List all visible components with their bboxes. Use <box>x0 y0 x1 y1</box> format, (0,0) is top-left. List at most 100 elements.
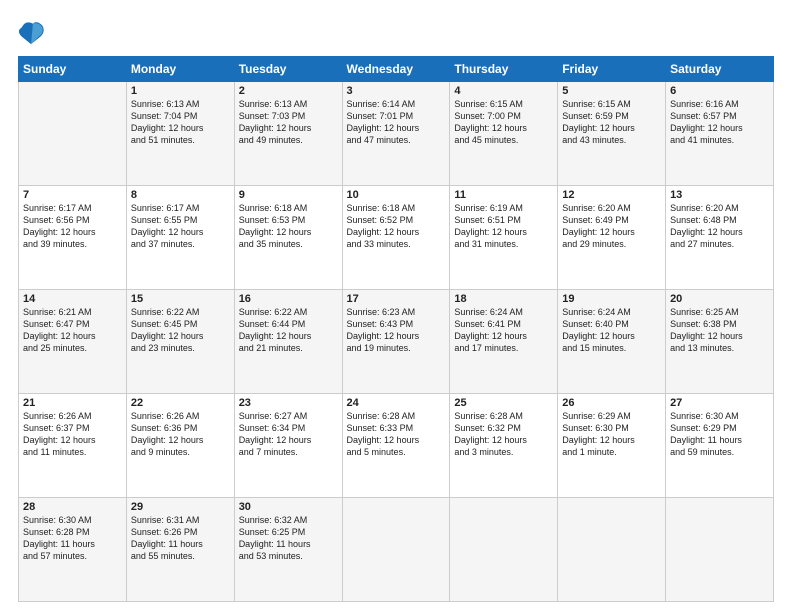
day-number: 8 <box>131 189 230 201</box>
cell-content: Sunrise: 6:20 AM Sunset: 6:48 PM Dayligh… <box>670 202 769 251</box>
calendar-cell: 15Sunrise: 6:22 AM Sunset: 6:45 PM Dayli… <box>126 290 234 394</box>
cell-content: Sunrise: 6:23 AM Sunset: 6:43 PM Dayligh… <box>347 306 446 355</box>
calendar-cell: 11Sunrise: 6:19 AM Sunset: 6:51 PM Dayli… <box>450 186 558 290</box>
calendar-cell: 7Sunrise: 6:17 AM Sunset: 6:56 PM Daylig… <box>19 186 127 290</box>
cell-content: Sunrise: 6:13 AM Sunset: 7:04 PM Dayligh… <box>131 98 230 147</box>
day-number: 3 <box>347 85 446 97</box>
day-number: 5 <box>562 85 661 97</box>
cell-content: Sunrise: 6:27 AM Sunset: 6:34 PM Dayligh… <box>239 410 338 459</box>
day-number: 12 <box>562 189 661 201</box>
calendar-cell: 16Sunrise: 6:22 AM Sunset: 6:44 PM Dayli… <box>234 290 342 394</box>
calendar-cell: 20Sunrise: 6:25 AM Sunset: 6:38 PM Dayli… <box>666 290 774 394</box>
day-number: 16 <box>239 293 338 305</box>
day-number: 10 <box>347 189 446 201</box>
day-number: 20 <box>670 293 769 305</box>
cell-content: Sunrise: 6:14 AM Sunset: 7:01 PM Dayligh… <box>347 98 446 147</box>
cell-content: Sunrise: 6:31 AM Sunset: 6:26 PM Dayligh… <box>131 514 230 563</box>
cell-content: Sunrise: 6:32 AM Sunset: 6:25 PM Dayligh… <box>239 514 338 563</box>
day-number: 6 <box>670 85 769 97</box>
calendar-cell <box>666 498 774 602</box>
calendar-cell: 18Sunrise: 6:24 AM Sunset: 6:41 PM Dayli… <box>450 290 558 394</box>
day-number: 2 <box>239 85 338 97</box>
calendar-cell: 13Sunrise: 6:20 AM Sunset: 6:48 PM Dayli… <box>666 186 774 290</box>
cell-content: Sunrise: 6:18 AM Sunset: 6:53 PM Dayligh… <box>239 202 338 251</box>
day-number: 28 <box>23 501 122 513</box>
day-header-wednesday: Wednesday <box>342 57 450 82</box>
cell-content: Sunrise: 6:21 AM Sunset: 6:47 PM Dayligh… <box>23 306 122 355</box>
cell-content: Sunrise: 6:28 AM Sunset: 6:33 PM Dayligh… <box>347 410 446 459</box>
calendar-cell: 9Sunrise: 6:18 AM Sunset: 6:53 PM Daylig… <box>234 186 342 290</box>
day-number: 21 <box>23 397 122 409</box>
calendar-cell: 2Sunrise: 6:13 AM Sunset: 7:03 PM Daylig… <box>234 82 342 186</box>
cell-content: Sunrise: 6:15 AM Sunset: 6:59 PM Dayligh… <box>562 98 661 147</box>
day-number: 19 <box>562 293 661 305</box>
day-number: 7 <box>23 189 122 201</box>
cell-content: Sunrise: 6:16 AM Sunset: 6:57 PM Dayligh… <box>670 98 769 147</box>
calendar-header: SundayMondayTuesdayWednesdayThursdayFrid… <box>19 57 774 82</box>
cell-content: Sunrise: 6:22 AM Sunset: 6:44 PM Dayligh… <box>239 306 338 355</box>
calendar-table: SundayMondayTuesdayWednesdayThursdayFrid… <box>18 56 774 602</box>
calendar-cell: 5Sunrise: 6:15 AM Sunset: 6:59 PM Daylig… <box>558 82 666 186</box>
calendar-cell: 12Sunrise: 6:20 AM Sunset: 6:49 PM Dayli… <box>558 186 666 290</box>
cell-content: Sunrise: 6:19 AM Sunset: 6:51 PM Dayligh… <box>454 202 553 251</box>
cell-content: Sunrise: 6:24 AM Sunset: 6:41 PM Dayligh… <box>454 306 553 355</box>
logo-icon <box>18 18 46 46</box>
cell-content: Sunrise: 6:18 AM Sunset: 6:52 PM Dayligh… <box>347 202 446 251</box>
day-header-saturday: Saturday <box>666 57 774 82</box>
day-number: 11 <box>454 189 553 201</box>
cell-content: Sunrise: 6:30 AM Sunset: 6:28 PM Dayligh… <box>23 514 122 563</box>
calendar-week-4: 21Sunrise: 6:26 AM Sunset: 6:37 PM Dayli… <box>19 394 774 498</box>
day-number: 4 <box>454 85 553 97</box>
calendar-week-2: 7Sunrise: 6:17 AM Sunset: 6:56 PM Daylig… <box>19 186 774 290</box>
cell-content: Sunrise: 6:28 AM Sunset: 6:32 PM Dayligh… <box>454 410 553 459</box>
day-number: 17 <box>347 293 446 305</box>
cell-content: Sunrise: 6:17 AM Sunset: 6:56 PM Dayligh… <box>23 202 122 251</box>
day-number: 13 <box>670 189 769 201</box>
day-number: 27 <box>670 397 769 409</box>
cell-content: Sunrise: 6:20 AM Sunset: 6:49 PM Dayligh… <box>562 202 661 251</box>
calendar-cell: 6Sunrise: 6:16 AM Sunset: 6:57 PM Daylig… <box>666 82 774 186</box>
day-number: 24 <box>347 397 446 409</box>
cell-content: Sunrise: 6:29 AM Sunset: 6:30 PM Dayligh… <box>562 410 661 459</box>
day-number: 26 <box>562 397 661 409</box>
calendar-cell: 30Sunrise: 6:32 AM Sunset: 6:25 PM Dayli… <box>234 498 342 602</box>
calendar-cell: 27Sunrise: 6:30 AM Sunset: 6:29 PM Dayli… <box>666 394 774 498</box>
calendar-cell: 3Sunrise: 6:14 AM Sunset: 7:01 PM Daylig… <box>342 82 450 186</box>
day-number: 25 <box>454 397 553 409</box>
cell-content: Sunrise: 6:22 AM Sunset: 6:45 PM Dayligh… <box>131 306 230 355</box>
day-number: 29 <box>131 501 230 513</box>
day-header-sunday: Sunday <box>19 57 127 82</box>
calendar-cell: 29Sunrise: 6:31 AM Sunset: 6:26 PM Dayli… <box>126 498 234 602</box>
calendar-cell <box>558 498 666 602</box>
calendar-cell: 8Sunrise: 6:17 AM Sunset: 6:55 PM Daylig… <box>126 186 234 290</box>
cell-content: Sunrise: 6:15 AM Sunset: 7:00 PM Dayligh… <box>454 98 553 147</box>
calendar-cell: 19Sunrise: 6:24 AM Sunset: 6:40 PM Dayli… <box>558 290 666 394</box>
header-row: SundayMondayTuesdayWednesdayThursdayFrid… <box>19 57 774 82</box>
cell-content: Sunrise: 6:26 AM Sunset: 6:36 PM Dayligh… <box>131 410 230 459</box>
day-header-monday: Monday <box>126 57 234 82</box>
calendar-cell: 10Sunrise: 6:18 AM Sunset: 6:52 PM Dayli… <box>342 186 450 290</box>
cell-content: Sunrise: 6:30 AM Sunset: 6:29 PM Dayligh… <box>670 410 769 459</box>
day-header-friday: Friday <box>558 57 666 82</box>
calendar-cell: 26Sunrise: 6:29 AM Sunset: 6:30 PM Dayli… <box>558 394 666 498</box>
cell-content: Sunrise: 6:25 AM Sunset: 6:38 PM Dayligh… <box>670 306 769 355</box>
logo <box>18 18 50 46</box>
calendar-week-1: 1Sunrise: 6:13 AM Sunset: 7:04 PM Daylig… <box>19 82 774 186</box>
calendar-cell: 4Sunrise: 6:15 AM Sunset: 7:00 PM Daylig… <box>450 82 558 186</box>
day-number: 22 <box>131 397 230 409</box>
calendar-cell: 14Sunrise: 6:21 AM Sunset: 6:47 PM Dayli… <box>19 290 127 394</box>
calendar-cell: 22Sunrise: 6:26 AM Sunset: 6:36 PM Dayli… <box>126 394 234 498</box>
cell-content: Sunrise: 6:13 AM Sunset: 7:03 PM Dayligh… <box>239 98 338 147</box>
calendar-week-3: 14Sunrise: 6:21 AM Sunset: 6:47 PM Dayli… <box>19 290 774 394</box>
day-header-thursday: Thursday <box>450 57 558 82</box>
cell-content: Sunrise: 6:26 AM Sunset: 6:37 PM Dayligh… <box>23 410 122 459</box>
calendar-cell <box>19 82 127 186</box>
day-header-tuesday: Tuesday <box>234 57 342 82</box>
calendar-cell: 23Sunrise: 6:27 AM Sunset: 6:34 PM Dayli… <box>234 394 342 498</box>
day-number: 9 <box>239 189 338 201</box>
calendar-cell: 24Sunrise: 6:28 AM Sunset: 6:33 PM Dayli… <box>342 394 450 498</box>
cell-content: Sunrise: 6:17 AM Sunset: 6:55 PM Dayligh… <box>131 202 230 251</box>
calendar-cell: 21Sunrise: 6:26 AM Sunset: 6:37 PM Dayli… <box>19 394 127 498</box>
day-number: 23 <box>239 397 338 409</box>
calendar-cell: 1Sunrise: 6:13 AM Sunset: 7:04 PM Daylig… <box>126 82 234 186</box>
